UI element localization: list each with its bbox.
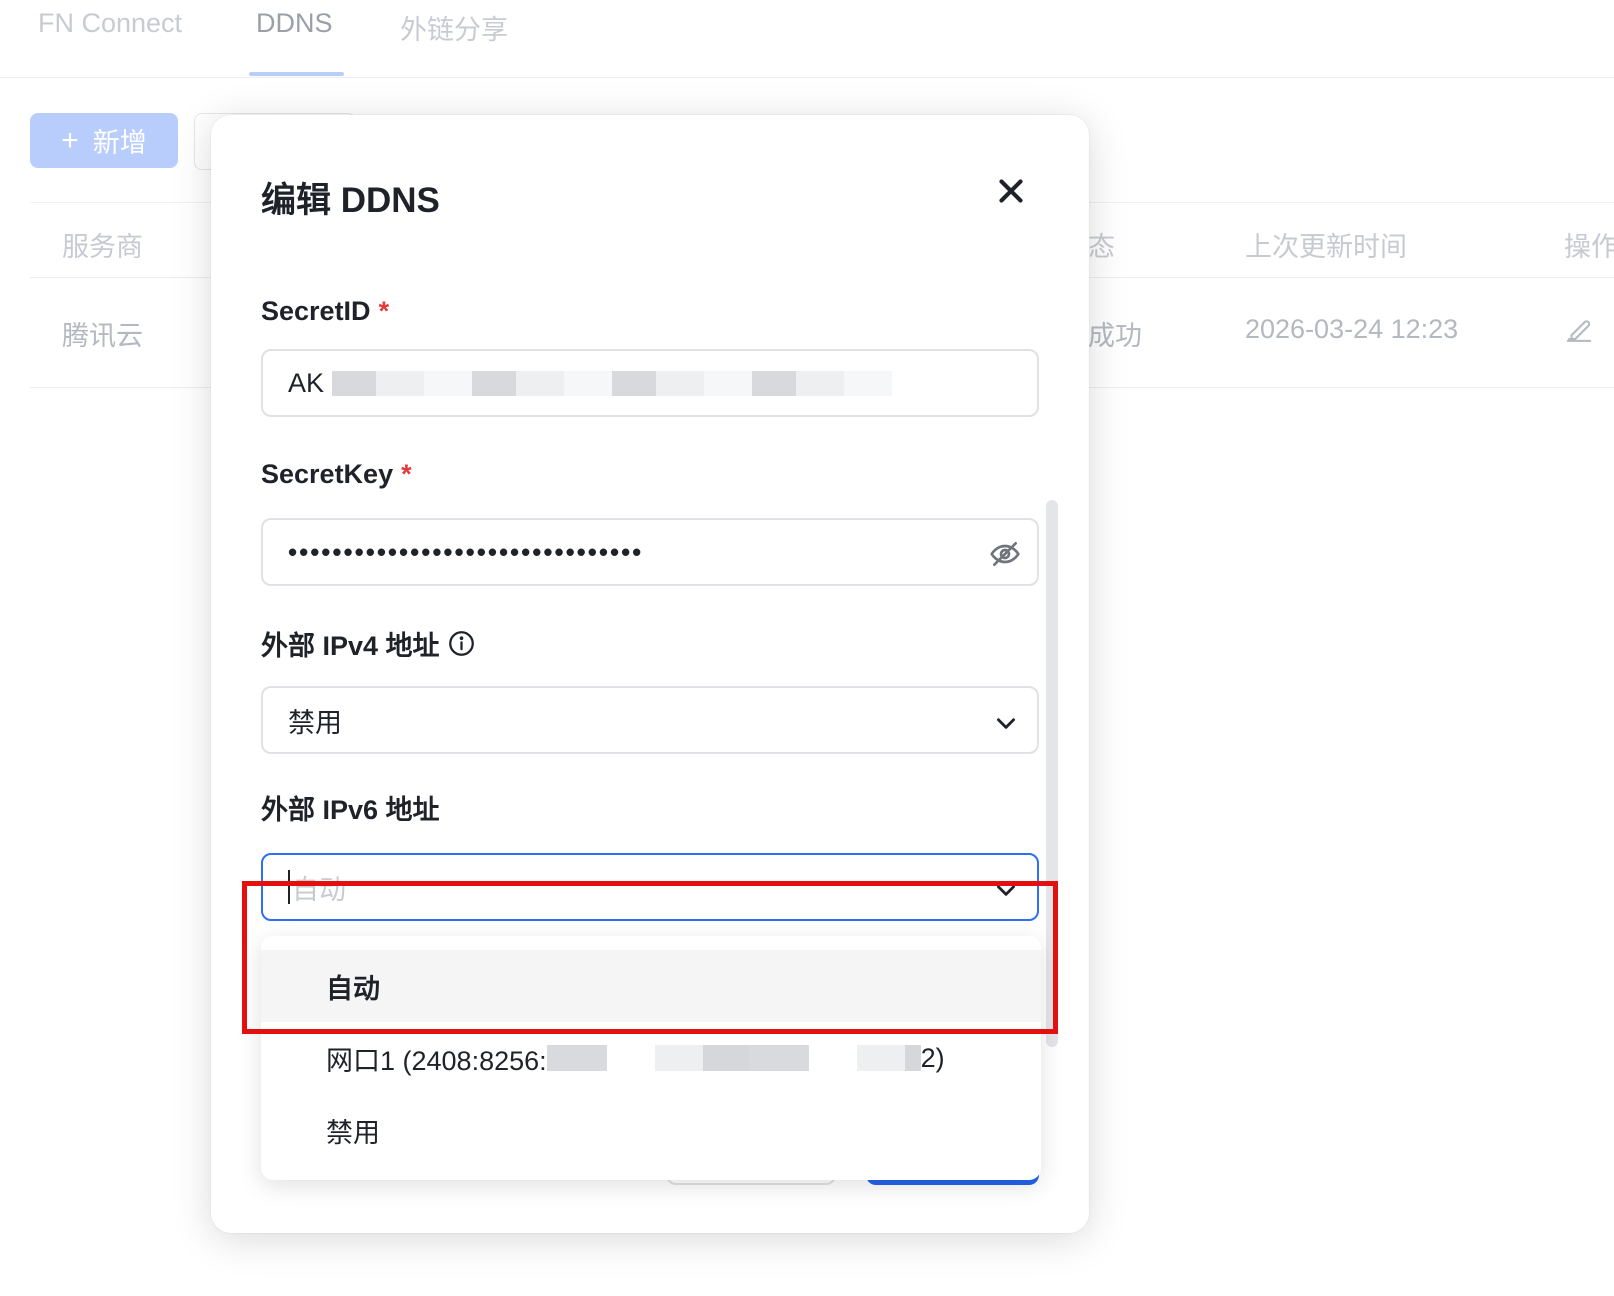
text-cursor (288, 870, 290, 904)
column-header-last-update: 上次更新时间 (1245, 232, 1407, 262)
chevron-down-icon (997, 885, 1015, 896)
redacted-value (332, 370, 893, 396)
plus-icon: + (61, 123, 79, 157)
cell-status: 成功 (1088, 321, 1142, 351)
edit-icon[interactable] (1564, 314, 1594, 344)
ipv6-placeholder: 自动 (292, 874, 346, 905)
column-header-action: 操作 (1564, 232, 1614, 262)
add-button-label: 新增 (92, 128, 147, 158)
column-header-provider: 服务商 (62, 232, 143, 262)
tab-fn-connect[interactable]: FN Connect (38, 8, 182, 39)
secret-id-label-text: SecretID (261, 296, 371, 326)
chevron-down-icon (997, 718, 1015, 729)
ipv6-label: 外部 IPv6 地址 (261, 788, 440, 827)
ipv6-dropdown-menu: 自动 网口1 (2408:8256: 2) 禁用 (261, 936, 1041, 1180)
close-icon[interactable] (992, 172, 1030, 210)
secret-id-value: AK (288, 367, 325, 398)
ipv4-label-text: 外部 IPv4 地址 (261, 631, 440, 661)
required-mark: * (378, 296, 390, 326)
secret-key-label: SecretKey * (261, 459, 412, 490)
secret-id-input[interactable]: AK (261, 349, 1039, 417)
info-icon[interactable] (448, 630, 475, 657)
secret-id-label: SecretID * (261, 296, 389, 327)
option-label-prefix: 网口1 (2408:8256: (326, 1045, 547, 1076)
eye-off-icon[interactable] (989, 538, 1021, 570)
tab-link-share[interactable]: 外链分享 (400, 8, 508, 47)
dialog-title: 编辑 DDNS (261, 181, 440, 220)
option-label: 自动 (326, 973, 380, 1004)
tab-ddns[interactable]: DDNS (256, 8, 333, 39)
dialog-scrollbar[interactable] (1046, 500, 1058, 1047)
redacted-value (546, 1045, 921, 1071)
column-header-status: 态 (1088, 232, 1115, 262)
cell-last-update: 2026-03-24 12:23 (1245, 314, 1459, 344)
option-label: 禁用 (326, 1117, 380, 1148)
required-mark: * (401, 459, 412, 489)
add-button[interactable]: + 新增 (30, 113, 178, 168)
option-label-suffix: 2) (920, 1042, 945, 1073)
dropdown-option-auto[interactable]: 自动 (261, 950, 1041, 1022)
secret-key-input[interactable]: •••••••••••••••••••••••••••••••• (261, 518, 1039, 586)
ipv4-select[interactable]: 禁用 (261, 686, 1039, 754)
dropdown-option-port1[interactable]: 网口1 (2408:8256: 2) (261, 1022, 1041, 1094)
secret-key-label-text: SecretKey (261, 459, 394, 489)
ipv4-selected-value: 禁用 (288, 707, 342, 738)
secret-key-value: •••••••••••••••••••••••••••••••• (288, 536, 644, 567)
dropdown-option-disabled[interactable]: 禁用 (261, 1094, 1041, 1166)
active-tab-indicator (249, 72, 344, 76)
tab-bar: FN Connect DDNS 外链分享 (0, 0, 1614, 78)
cell-provider: 腾讯云 (62, 321, 143, 351)
ipv4-label: 外部 IPv4 地址 (261, 624, 475, 663)
ipv6-select[interactable]: 自动 (261, 853, 1039, 921)
ipv6-label-text: 外部 IPv6 地址 (261, 795, 440, 825)
